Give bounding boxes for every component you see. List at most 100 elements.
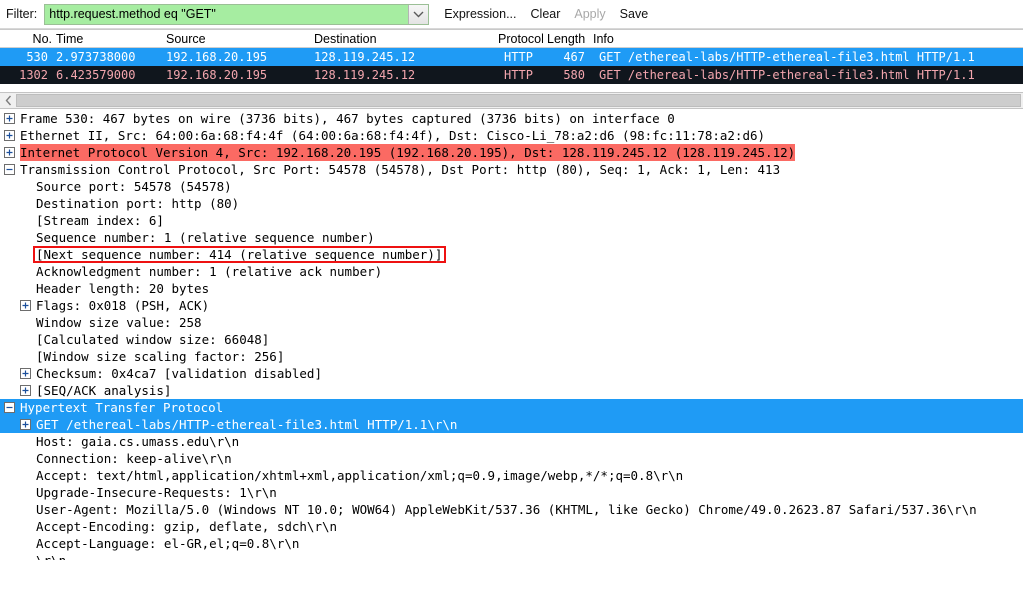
detail-row-stream-index[interactable]: [Stream index: 6] (0, 212, 1023, 229)
expand-icon[interactable] (20, 368, 31, 379)
display-filter-input[interactable] (45, 4, 409, 24)
detail-label: User-Agent: Mozilla/5.0 (Windows NT 10.0… (36, 502, 977, 517)
packet-destination: 128.119.245.12 (314, 50, 416, 64)
packet-info: GET /ethereal-labs/HTTP-ethereal-file3.h… (599, 50, 975, 64)
detail-row-seq-number[interactable]: Sequence number: 1 (relative sequence nu… (0, 229, 1023, 246)
detail-row-ethernet[interactable]: Ethernet II, Src: 64:00:6a:68:f4:4f (64:… (0, 127, 1023, 144)
detail-label: [Stream index: 6] (36, 213, 164, 228)
packet-length: 580 (563, 68, 585, 82)
detail-row-dst-port[interactable]: Destination port: http (80) (0, 195, 1023, 212)
packet-protocol: HTTP (504, 50, 533, 64)
scrollbar-thumb[interactable] (16, 94, 1021, 107)
detail-label: Transmission Control Protocol, Src Port:… (20, 162, 781, 177)
packet-no: 1302 (19, 68, 48, 82)
collapse-icon[interactable] (4, 402, 15, 413)
packet-time: 6.423579000 (56, 68, 136, 82)
filter-label: Filter: (6, 7, 38, 21)
clear-filter-button[interactable]: Clear (524, 7, 568, 21)
packet-length: 467 (563, 50, 585, 64)
detail-row-window-scale[interactable]: [Window size scaling factor: 256] (0, 348, 1023, 365)
detail-row-http-request-line[interactable]: GET /ethereal-labs/HTTP-ethereal-file3.h… (0, 416, 1023, 433)
packet-list-empty-area (0, 84, 1023, 92)
detail-row-ack-number[interactable]: Acknowledgment number: 1 (relative ack n… (0, 263, 1023, 280)
detail-label: Window size value: 258 (36, 315, 202, 330)
detail-row-checksum[interactable]: Checksum: 0x4ca7 [validation disabled] (0, 365, 1023, 382)
detail-label: \r\n (36, 552, 66, 560)
detail-label: Destination port: http (80) (36, 196, 240, 211)
expand-icon[interactable] (4, 113, 15, 124)
detail-label: GET /ethereal-labs/HTTP-ethereal-file3.h… (36, 417, 458, 432)
column-header-info[interactable]: Info (589, 32, 1023, 46)
column-header-destination[interactable]: Destination (310, 32, 494, 46)
column-header-no[interactable]: No. (0, 32, 52, 46)
expand-icon[interactable] (20, 385, 31, 396)
detail-label: Accept-Language: el-GR,el;q=0.8\r\n (36, 536, 300, 551)
expand-icon[interactable] (4, 130, 15, 141)
detail-row-http[interactable]: Hypertext Transfer Protocol (0, 399, 1023, 416)
packet-info: GET /ethereal-labs/HTTP-ethereal-file3.h… (599, 68, 975, 82)
save-filter-button[interactable]: Save (613, 7, 656, 21)
packet-time: 2.973738000 (56, 50, 136, 64)
detail-row-crlf[interactable]: \r\n (0, 552, 1023, 560)
detail-label: Checksum: 0x4ca7 [validation disabled] (36, 366, 322, 381)
detail-row-accept-encoding-header[interactable]: Accept-Encoding: gzip, deflate, sdch\r\n (0, 518, 1023, 535)
packet-detail-pane[interactable]: Frame 530: 467 bytes on wire (3736 bits)… (0, 109, 1023, 560)
detail-row-host-header[interactable]: Host: gaia.cs.umass.edu\r\n (0, 433, 1023, 450)
detail-label: Hypertext Transfer Protocol (20, 400, 224, 415)
detail-row-calc-window[interactable]: [Calculated window size: 66048] (0, 331, 1023, 348)
column-header-source[interactable]: Source (162, 32, 310, 46)
detail-label: [Calculated window size: 66048] (36, 332, 270, 347)
display-filter-combobox[interactable] (44, 3, 430, 25)
detail-row-src-port[interactable]: Source port: 54578 (54578) (0, 178, 1023, 195)
expression-button[interactable]: Expression... (437, 7, 523, 21)
detail-label: Flags: 0x018 (PSH, ACK) (36, 298, 210, 313)
detail-row-tcp[interactable]: Transmission Control Protocol, Src Port:… (0, 161, 1023, 178)
detail-row-next-seq[interactable]: [Next sequence number: 414 (relative seq… (0, 246, 1023, 263)
detail-label: Accept-Encoding: gzip, deflate, sdch\r\n (36, 519, 338, 534)
detail-label: [SEQ/ACK analysis] (36, 383, 172, 398)
scroll-left-arrow-icon[interactable] (0, 93, 16, 108)
column-header-protocol[interactable]: Protocol (494, 32, 543, 46)
detail-row-ipv4[interactable]: Internet Protocol Version 4, Src: 192.16… (0, 144, 1023, 161)
detail-row-user-agent-header[interactable]: User-Agent: Mozilla/5.0 (Windows NT 10.0… (0, 501, 1023, 518)
detail-label: Connection: keep-alive\r\n (36, 451, 232, 466)
detail-row-frame[interactable]: Frame 530: 467 bytes on wire (3736 bits)… (0, 110, 1023, 127)
detail-row-flags[interactable]: Flags: 0x018 (PSH, ACK) (0, 297, 1023, 314)
packet-source: 192.168.20.195 (166, 50, 268, 64)
filter-toolbar: Filter: Expression... Clear Apply Save (0, 0, 1023, 29)
detail-label: Ethernet II, Src: 64:00:6a:68:f4:4f (64:… (20, 128, 766, 143)
collapse-icon[interactable] (4, 164, 15, 175)
detail-label: Acknowledgment number: 1 (relative ack n… (36, 264, 383, 279)
detail-label: Internet Protocol Version 4, Src: 192.16… (20, 144, 796, 161)
expand-icon[interactable] (4, 147, 15, 158)
detail-row-window-size[interactable]: Window size value: 258 (0, 314, 1023, 331)
detail-row-seq-ack-analysis[interactable]: [SEQ/ACK analysis] (0, 382, 1023, 399)
detail-row-accept-header[interactable]: Accept: text/html,application/xhtml+xml,… (0, 467, 1023, 484)
detail-row-upgrade-insecure-header[interactable]: Upgrade-Insecure-Requests: 1\r\n (0, 484, 1023, 501)
column-header-time[interactable]: Time (52, 32, 162, 46)
detail-label: [Window size scaling factor: 256] (36, 349, 285, 364)
packet-list-pane[interactable]: No. Time Source Destination Protocol Len… (0, 29, 1023, 92)
detail-label: Host: gaia.cs.umass.edu\r\n (36, 434, 240, 449)
detail-label: Accept: text/html,application/xhtml+xml,… (36, 468, 684, 483)
packet-no: 530 (26, 50, 48, 64)
packet-source: 192.168.20.195 (166, 68, 268, 82)
column-header-length[interactable]: Length (543, 32, 589, 46)
detail-label: Upgrade-Insecure-Requests: 1\r\n (36, 485, 277, 500)
packet-protocol: HTTP (504, 68, 533, 82)
packet-list-row[interactable]: 1302 6.423579000 192.168.20.195 128.119.… (0, 66, 1023, 84)
detail-label: [Next sequence number: 414 (relative seq… (36, 247, 443, 262)
detail-label: Sequence number: 1 (relative sequence nu… (36, 230, 375, 245)
apply-filter-button[interactable]: Apply (567, 7, 612, 21)
detail-label: Header length: 20 bytes (36, 281, 210, 296)
chevron-down-icon[interactable] (408, 4, 429, 24)
detail-row-header-length[interactable]: Header length: 20 bytes (0, 280, 1023, 297)
packet-list-horizontal-scrollbar[interactable] (0, 92, 1023, 109)
detail-row-connection-header[interactable]: Connection: keep-alive\r\n (0, 450, 1023, 467)
packet-list-header: No. Time Source Destination Protocol Len… (0, 30, 1023, 48)
detail-row-accept-language-header[interactable]: Accept-Language: el-GR,el;q=0.8\r\n (0, 535, 1023, 552)
expand-icon[interactable] (20, 300, 31, 311)
detail-label: Source port: 54578 (54578) (36, 179, 232, 194)
expand-icon[interactable] (20, 419, 31, 430)
packet-list-row[interactable]: 530 2.973738000 192.168.20.195 128.119.2… (0, 48, 1023, 66)
